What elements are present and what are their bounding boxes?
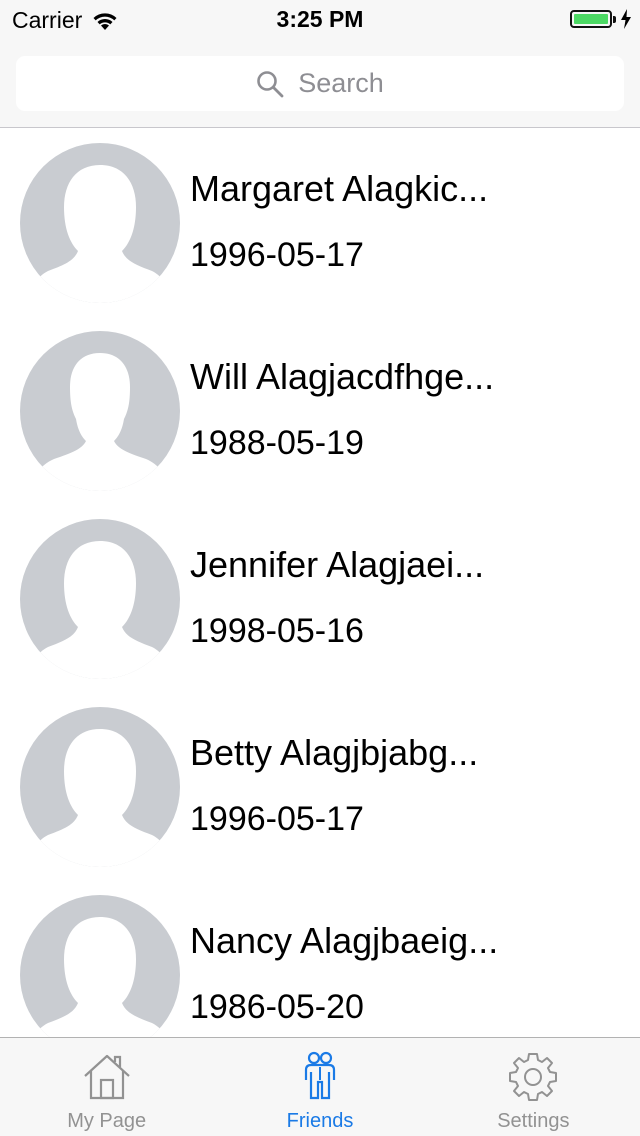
tab-friends-label: Friends	[286, 1110, 354, 1132]
search-input[interactable]: Search	[16, 56, 624, 111]
tab-my-page-label: My Page	[67, 1110, 147, 1132]
tab-my-page[interactable]: My Page	[0, 1038, 213, 1136]
battery-indicator	[570, 9, 632, 29]
avatar-female-silhouette-icon	[20, 707, 180, 867]
tab-settings[interactable]: Settings	[427, 1038, 640, 1136]
search-placeholder: Search	[298, 68, 384, 98]
charging-bolt-icon	[621, 9, 631, 29]
friend-row[interactable]: Betty Alagjbjabg... 1996-05-17	[0, 692, 640, 880]
friends-list: Margaret Alagkic... 1996-05-17 Will Alag…	[0, 128, 640, 1037]
battery-icon	[570, 10, 612, 28]
status-time: 3:25 PM	[276, 6, 364, 32]
friend-name: Margaret Alagkic...	[190, 168, 489, 209]
friend-birthdate: 1996-05-17	[190, 800, 364, 838]
friend-row[interactable]: Jennifer Alagjaei... 1998-05-16	[0, 504, 640, 692]
tab-bar: My Page Friends Settings	[0, 1037, 640, 1136]
friend-birthdate: 1998-05-16	[190, 612, 364, 650]
status-bar: Carrier 3:25 PM	[0, 0, 640, 40]
friend-name: Jennifer Alagjaei...	[190, 544, 485, 585]
friend-birthdate: 1996-05-17	[190, 236, 364, 274]
tab-settings-label: Settings	[497, 1110, 570, 1132]
friends-icon	[304, 1051, 336, 1100]
tab-friends[interactable]: Friends	[213, 1038, 426, 1136]
friend-name: Betty Alagjbjabg...	[190, 732, 479, 773]
search-bar: Search	[0, 40, 640, 128]
friend-row[interactable]: Nancy Alagjbaeig... 1986-05-20	[0, 880, 640, 1037]
avatar-female-silhouette-icon	[20, 895, 180, 1037]
friend-name: Nancy Alagjbaeig...	[190, 920, 499, 961]
gear-icon	[509, 1053, 558, 1101]
friend-birthdate: 1986-05-20	[190, 988, 364, 1026]
friend-birthdate: 1988-05-19	[190, 424, 364, 462]
avatar-female-silhouette-icon	[20, 143, 180, 303]
avatar-female-silhouette-icon	[20, 519, 180, 679]
friend-name: Will Alagjacdfhge...	[190, 356, 495, 397]
home-icon	[83, 1054, 130, 1100]
friend-row[interactable]: Margaret Alagkic... 1996-05-17	[0, 128, 640, 316]
avatar-male-silhouette-icon	[20, 331, 180, 491]
friend-row[interactable]: Will Alagjacdfhge... 1988-05-19	[0, 316, 640, 504]
battery-nub	[613, 15, 616, 23]
battery-fill	[574, 14, 608, 24]
search-icon	[257, 70, 284, 97]
